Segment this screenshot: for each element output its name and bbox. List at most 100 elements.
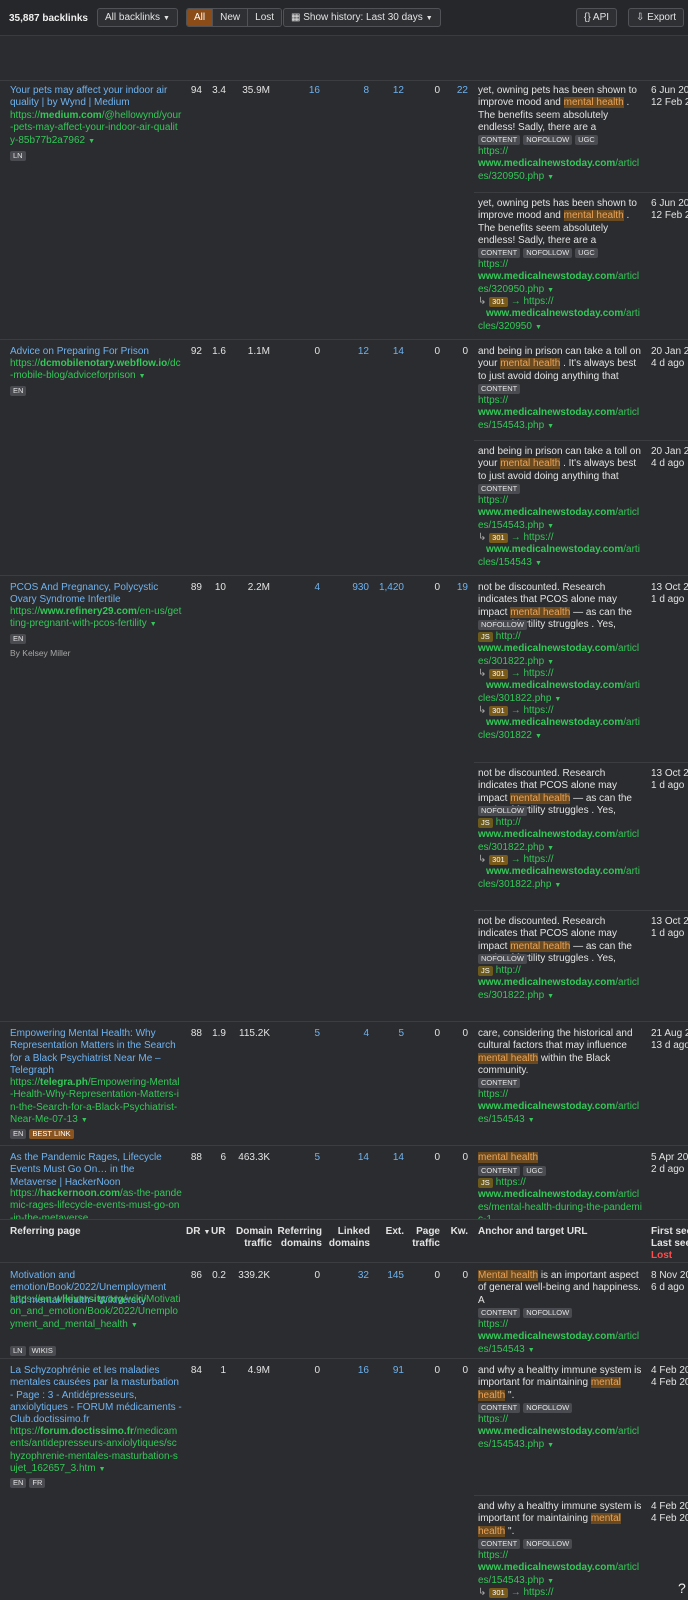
ext-value[interactable]: 5 <box>374 1028 404 1040</box>
linked-domains-value[interactable]: 16 <box>334 1365 369 1377</box>
referring-page-title[interactable]: As the Pandemic Rages, Lifecycle Events … <box>10 1152 182 1189</box>
redirect-url[interactable]: ↳ 301 → https://www.medicalnewstoday.com/… <box>478 296 643 334</box>
col-ur[interactable]: UR <box>211 1226 225 1238</box>
target-url[interactable]: JS http://www.medicalnewstoday.com/articl… <box>478 631 643 669</box>
chevron-down-icon[interactable]: ▼ <box>547 287 554 294</box>
ext-value[interactable]: 12 <box>374 85 404 97</box>
redirect-url[interactable]: ↳ 301 → https://www.medicalnewstoday.com/… <box>478 705 643 743</box>
col-anchor[interactable]: Anchor and target URL <box>478 1226 587 1238</box>
chevron-down-icon[interactable]: ▼ <box>99 1466 106 1473</box>
linked-domains-value[interactable]: 12 <box>334 346 369 358</box>
linked-domains-value[interactable]: 32 <box>334 1270 369 1282</box>
col-keywords[interactable]: Kw. <box>444 1226 468 1238</box>
api-button[interactable]: {} API <box>576 8 618 27</box>
redirect-url[interactable]: ↳ 301 → https:// <box>478 1587 643 1599</box>
keywords-value[interactable]: 22 <box>444 85 468 97</box>
redirect-badge: 301 <box>489 533 508 543</box>
url-domain: www.medicalnewstoday.com <box>478 977 616 989</box>
target-url[interactable]: https://www.medicalnewstoday.com/article… <box>478 495 643 533</box>
chevron-down-icon[interactable]: ▼ <box>547 174 554 181</box>
chevron-down-icon[interactable]: ▼ <box>131 1322 138 1329</box>
chevron-down-icon[interactable]: ▼ <box>528 1347 535 1354</box>
chevron-down-icon[interactable]: ▼ <box>547 523 554 530</box>
chevron-down-icon[interactable]: ▼ <box>139 373 146 380</box>
ext-value[interactable]: 1,420 <box>374 582 404 594</box>
referring-page-url[interactable]: https://telegra.ph/Empowering-Mental-Hea… <box>10 1077 182 1127</box>
chevron-down-icon[interactable]: ▼ <box>547 1442 554 1449</box>
chevron-down-icon[interactable]: ▼ <box>528 1117 535 1124</box>
referring-page-url[interactable]: https://hackernoon.com/as-the-pandemic-r… <box>10 1188 182 1219</box>
target-url[interactable]: JS http://www.medicalnewstoday.com/articl… <box>478 817 643 855</box>
export-button[interactable]: ⇩ Export <box>628 8 685 27</box>
backlinks-filter-dropdown[interactable]: All backlinks ▼ <box>97 8 178 27</box>
col-domain-traffic[interactable]: Domain traffic <box>236 1226 273 1250</box>
referring-page-title[interactable]: La Schyzophrénie et les maladies mentale… <box>10 1365 182 1426</box>
chevron-down-icon[interactable]: ▼ <box>150 621 157 628</box>
target-url[interactable]: https://www.medicalnewstoday.com/article… <box>478 395 643 433</box>
referring-page-url[interactable]: https://medium.com/@hellowynd/your-pets-… <box>10 110 182 148</box>
referring-page-title[interactable]: Advice on Preparing For Prison <box>10 346 182 358</box>
badge: UGC <box>575 248 598 258</box>
col-referring-page[interactable]: Referring page <box>10 1226 81 1238</box>
ext-value[interactable]: 145 <box>374 1270 404 1282</box>
redirect-url[interactable]: ↳ 301 → https://www.medicalnewstoday.com/… <box>478 532 643 570</box>
chevron-down-icon[interactable]: ▼ <box>88 138 95 145</box>
ext-value[interactable]: 14 <box>374 1152 404 1164</box>
referring-page-url[interactable]: https://en.wikiversity.org/wiki/Motivati… <box>10 1294 182 1332</box>
chevron-down-icon[interactable]: ▼ <box>554 882 561 889</box>
chevron-down-icon[interactable]: ▼ <box>535 733 542 740</box>
chevron-down-icon[interactable]: ▼ <box>547 423 554 430</box>
target-url[interactable]: https://www.medicalnewstoday.com/article… <box>478 1089 643 1127</box>
seg-new-button[interactable]: New <box>212 9 248 26</box>
referring-domains-value[interactable]: 5 <box>290 1028 320 1040</box>
redirect-url[interactable]: ↳ 301 → https://www.medicalnewstoday.com/… <box>478 854 643 892</box>
target-url[interactable]: JS http://www.medicalnewstoday.com/articl… <box>478 965 643 1003</box>
linked-domains-value[interactable]: 930 <box>334 582 369 594</box>
seg-all-button[interactable]: All <box>187 9 213 26</box>
col-referring-domains[interactable]: Referring domains <box>276 1226 322 1250</box>
referring-page-url[interactable]: https://forum.doctissimo.fr/medicaments/… <box>10 1426 182 1476</box>
chevron-down-icon[interactable]: ▼ <box>547 845 554 852</box>
referring-page-title[interactable]: Empowering Mental Health: Why Representa… <box>10 1028 182 1077</box>
linked-domains-value[interactable]: 4 <box>334 1028 369 1040</box>
target-url[interactable]: https://www.medicalnewstoday.com/article… <box>478 259 643 297</box>
chevron-down-icon[interactable]: ▼ <box>547 1578 554 1585</box>
help-icon[interactable]: ? <box>678 1580 686 1596</box>
col-linked-domains[interactable]: Linked domains <box>328 1226 370 1250</box>
col-dr[interactable]: DR ▼ <box>186 1226 210 1239</box>
col-lost-label: Lost <box>651 1250 673 1261</box>
arrow-right-icon: → <box>510 854 524 865</box>
referring-page-url[interactable]: https://dcmobilenotary.webflow.io/dc-mob… <box>10 358 182 384</box>
ext-value[interactable]: 14 <box>374 346 404 358</box>
chevron-down-icon[interactable]: ▼ <box>547 659 554 666</box>
target-url[interactable]: JS https://www.medicalnewstoday.com/artic… <box>478 1177 643 1219</box>
redirect-url[interactable]: ↳ 301 → https://www.medicalnewstoday.com/… <box>478 668 643 706</box>
ext-value[interactable]: 91 <box>374 1365 404 1377</box>
target-url[interactable]: https://www.medicalnewstoday.com/article… <box>478 1414 643 1452</box>
keywords-value[interactable]: 19 <box>444 582 468 594</box>
chevron-down-icon[interactable]: ▼ <box>535 324 542 331</box>
referring-page-url[interactable]: https://www.refinery29.com/en-us/getting… <box>10 606 182 632</box>
chevron-down-icon[interactable]: ▼ <box>547 993 554 1000</box>
target-url[interactable]: https://www.medicalnewstoday.com/article… <box>478 146 643 184</box>
referring-domains-value[interactable]: 5 <box>290 1152 320 1164</box>
referring-domains-value[interactable]: 16 <box>290 85 320 97</box>
col-page-traffic[interactable]: Page traffic <box>410 1226 440 1250</box>
chevron-down-icon[interactable]: ▼ <box>81 1117 88 1124</box>
linked-domains-value[interactable]: 8 <box>334 85 369 97</box>
seg-lost-button[interactable]: Lost <box>247 9 282 26</box>
chevron-down-icon[interactable]: ▼ <box>554 696 561 703</box>
referring-page-title[interactable]: Your pets may affect your indoor air qua… <box>10 85 182 110</box>
col-first-last-seen[interactable]: First seeLast seeLost <box>651 1226 688 1262</box>
url-domain: forum.doctissimo.fr <box>40 1426 134 1437</box>
target-url[interactable]: https://www.medicalnewstoday.com/article… <box>478 1550 643 1588</box>
anchor-text: and why a healthy immune system is impor… <box>478 1365 643 1402</box>
target-url[interactable]: https://www.medicalnewstoday.com/article… <box>478 1319 643 1357</box>
col-ext[interactable]: Ext. <box>380 1226 404 1238</box>
referring-domains-value[interactable]: 4 <box>290 582 320 594</box>
linked-domains-value[interactable]: 14 <box>334 1152 369 1164</box>
url-domain: www.medicalnewstoday.com <box>486 717 624 729</box>
show-history-dropdown[interactable]: ▦ Show history: Last 30 days ▼ <box>283 8 441 27</box>
chevron-down-icon[interactable]: ▼ <box>535 560 542 567</box>
referring-page-title[interactable]: PCOS And Pregnancy, Polycystic Ovary Syn… <box>10 582 182 607</box>
